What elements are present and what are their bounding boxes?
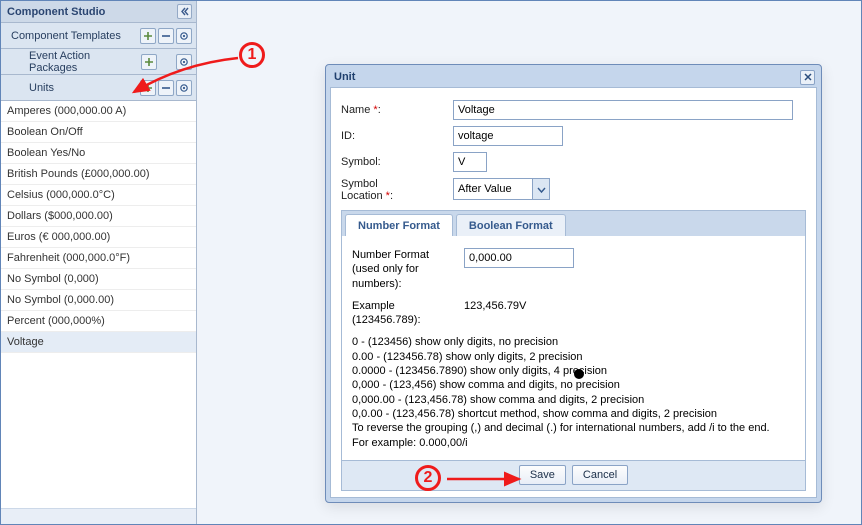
dialog-titlebar[interactable]: Unit [330,69,817,87]
help-line: To reverse the grouping (,) and decimal … [352,421,795,435]
list-item[interactable]: Dollars ($000,000.00) [1,206,196,227]
help-line: 0,000 - (123,456) show comma and digits,… [352,378,795,392]
section-units[interactable]: Units [1,75,196,101]
button-bar: Save Cancel [341,461,806,491]
close-icon [804,73,812,81]
list-item[interactable]: Boolean Yes/No [1,143,196,164]
add-button[interactable] [140,28,156,44]
tab-number-format[interactable]: Number Format [345,214,453,236]
number-format-label: Number Format (used only for numbers): [352,248,464,291]
list-item[interactable]: Amperes (000,000.00 A) [1,101,196,122]
gear-button[interactable] [176,54,192,70]
name-input[interactable] [453,100,793,120]
save-button[interactable]: Save [519,465,566,485]
gear-icon [179,31,189,41]
format-help-text: 0 - (123456) show only digits, no precis… [352,335,795,449]
name-label: Name *: [341,104,453,116]
gear-icon [179,57,189,67]
plus-icon [143,83,153,93]
tab-content-number-format: Number Format (used only for numbers): E… [341,236,806,461]
symbol-location-select[interactable] [453,178,550,200]
chevron-double-left-icon [180,7,189,16]
help-line: 0,000.00 - (123,456.78) show comma and d… [352,393,795,407]
section-label: Component Templates [11,30,121,42]
symbol-location-label: Symbol Location *: [341,178,453,202]
cursor-dot [574,369,584,379]
minus-icon [161,83,171,93]
add-button[interactable] [141,54,157,70]
remove-button[interactable] [158,80,174,96]
tabs-bar: Number Format Boolean Format [341,210,806,236]
dialog-title: Unit [334,71,355,83]
gear-icon [179,83,189,93]
list-item[interactable]: Celsius (000,000.0°C) [1,185,196,206]
panel-header: Component Studio [1,1,196,23]
cancel-button[interactable]: Cancel [572,465,628,485]
list-item[interactable]: Percent (000,000%) [1,311,196,332]
help-line: 0.00 - (123456.78) show only digits, 2 p… [352,350,795,364]
section-event-action-packages[interactable]: Event Action Packages [1,49,196,75]
section-label: Event Action Packages [29,50,139,74]
dialog-body: Name *: ID: Symbol: Symbol Location *: [330,87,817,498]
list-item[interactable]: Fahrenheit (000,000.0°F) [1,248,196,269]
add-button[interactable] [140,80,156,96]
gear-button[interactable] [176,80,192,96]
remove-button[interactable] [158,28,174,44]
id-label: ID: [341,130,453,142]
id-input[interactable] [453,126,563,146]
help-line: For example: 0.000,00/i [352,436,795,450]
horizontal-scrollbar[interactable] [1,508,196,524]
gear-button[interactable] [176,28,192,44]
number-format-input[interactable] [464,248,574,268]
list-item[interactable]: Boolean On/Off [1,122,196,143]
help-line: 0 - (123456) show only digits, no precis… [352,335,795,349]
plus-icon [144,57,154,67]
help-line: 0,0.00 - (123,456.78) shortcut method, s… [352,407,795,421]
list-item[interactable]: Euros (€ 000,000.00) [1,227,196,248]
example-label: Example (123456.789): [352,299,464,328]
section-component-templates[interactable]: Component Templates [1,23,196,49]
section-label: Units [29,82,54,94]
units-list[interactable]: Amperes (000,000.00 A)Boolean On/OffBool… [1,101,196,508]
list-item[interactable]: No Symbol (0,000.00) [1,290,196,311]
symbol-input[interactable] [453,152,487,172]
unit-dialog: Unit Name *: ID: Symbol: [325,64,822,503]
list-item[interactable]: Voltage [1,332,196,353]
minus-icon [161,31,171,41]
collapse-panel-button[interactable] [177,4,192,19]
plus-icon [143,31,153,41]
panel-title: Component Studio [7,6,105,18]
chevron-down-icon [537,185,546,194]
symbol-label: Symbol: [341,156,453,168]
left-panel: Component Studio Component Templates [1,1,197,524]
dropdown-trigger[interactable] [532,179,549,199]
list-item[interactable]: British Pounds (£000,000.00) [1,164,196,185]
example-value: 123,456.79V [464,299,526,328]
symbol-location-value[interactable] [454,179,532,199]
list-item[interactable]: No Symbol (0,000) [1,269,196,290]
close-button[interactable] [800,70,815,85]
tab-boolean-format[interactable]: Boolean Format [456,214,566,236]
